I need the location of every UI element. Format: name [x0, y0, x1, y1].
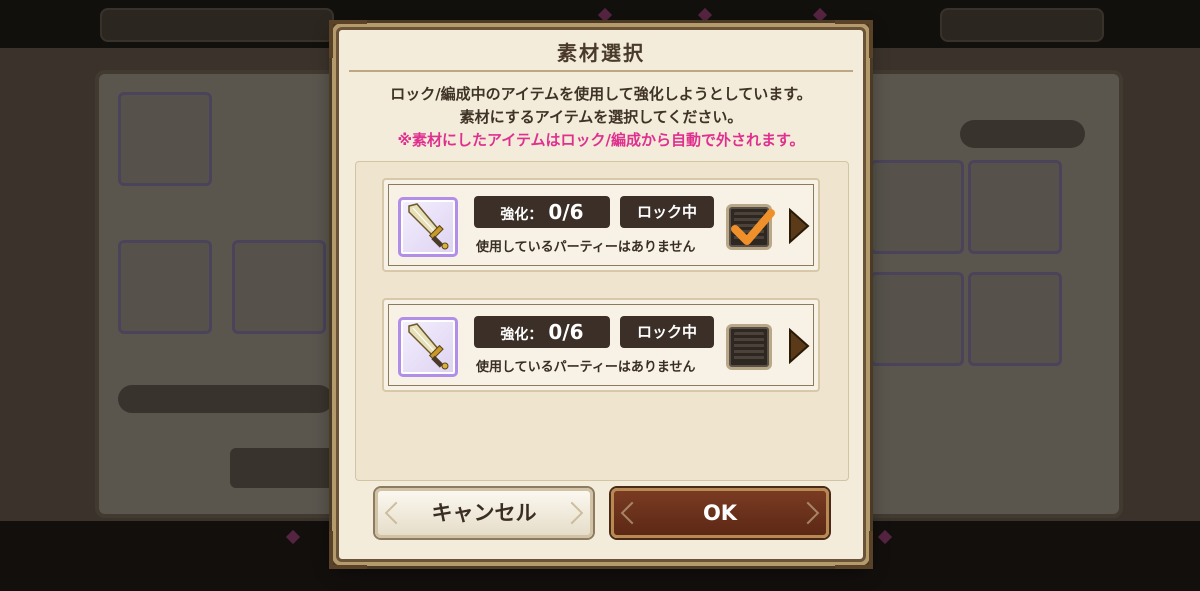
dialog-message-line2: 素材にするアイテムを選択してください。	[459, 108, 743, 126]
ok-button-label: OK	[702, 501, 738, 525]
enhance-badge: 強化： 0/6	[474, 196, 610, 228]
background-slot	[870, 272, 964, 366]
material-select-dialog: 素材選択 ロック/編成中のアイテムを使用して強化しようとしています。 素材にする…	[329, 20, 873, 569]
button-ornament	[560, 501, 584, 525]
enhance-label: 強化：	[500, 207, 543, 223]
background-slot	[118, 92, 212, 186]
corner-ornament	[835, 531, 873, 569]
background-slot	[118, 240, 212, 334]
item-list: 強化： 0/6 ロック中 使用しているパーティーはありません 強化： 0/6 ロ…	[355, 161, 849, 481]
ok-button[interactable]: OK	[611, 488, 829, 538]
cancel-button-label: キャンセル	[431, 501, 537, 525]
background-slot	[870, 160, 964, 254]
dialog-warning: ※素材にしたアイテムはロック/編成から自動で外されます。	[397, 131, 805, 149]
background-pill	[118, 385, 333, 413]
button-ornament	[796, 501, 820, 525]
party-status: 使用しているパーティーはありません	[476, 360, 696, 375]
chevron-right-icon[interactable]	[786, 208, 810, 244]
party-status: 使用しているパーティーはありません	[476, 240, 696, 255]
cancel-button[interactable]: キャンセル	[375, 488, 593, 538]
chevron-right-icon[interactable]	[786, 328, 810, 364]
background-tab	[100, 8, 334, 42]
enhance-label: 強化：	[500, 327, 543, 343]
select-checkbox[interactable]	[726, 204, 775, 250]
list-item: 強化： 0/6 ロック中 使用しているパーティーはありません	[382, 178, 820, 272]
corner-ornament	[329, 531, 367, 569]
button-ornament	[620, 501, 644, 525]
background-slot	[232, 240, 326, 334]
item-thumbnail[interactable]	[398, 317, 458, 377]
background-pill	[960, 120, 1085, 148]
lock-badge: ロック中	[620, 316, 714, 348]
button-ornament	[384, 501, 408, 525]
sword-icon	[408, 203, 449, 250]
enhance-value: 0/6	[548, 320, 584, 344]
dialog-title: 素材選択	[349, 36, 853, 72]
dialog-message-line1: ロック/編成中のアイテムを使用して強化しようとしています。	[390, 85, 812, 103]
background-slot	[968, 160, 1062, 254]
select-checkbox[interactable]	[726, 324, 772, 370]
checkmark-icon	[731, 209, 775, 245]
background-button	[230, 448, 335, 488]
enhance-badge: 強化： 0/6	[474, 316, 610, 348]
enhance-value: 0/6	[548, 200, 584, 224]
checkbox-fill	[734, 332, 764, 362]
sword-icon	[408, 323, 449, 370]
item-thumbnail[interactable]	[398, 197, 458, 257]
background-slot	[968, 272, 1062, 366]
background-tab	[940, 8, 1104, 42]
list-item: 強化： 0/6 ロック中 使用しているパーティーはありません	[382, 298, 820, 392]
lock-badge: ロック中	[620, 196, 714, 228]
